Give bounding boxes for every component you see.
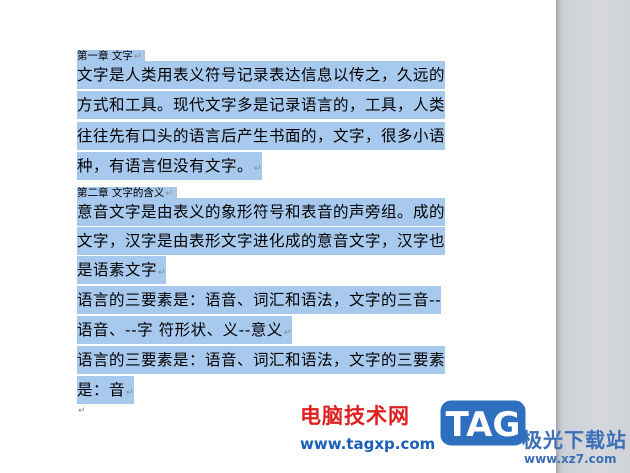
- text-content: 文字，汉字是由表形文字进化成的意音文字，汉字也: [77, 232, 446, 250]
- text-content: 种，有语言但没有文字。: [77, 157, 254, 175]
- paragraph-mark-icon: ↵: [283, 328, 292, 338]
- watermark-brand: 极光下载站: [522, 428, 627, 452]
- workspace-gutter: [558, 0, 630, 473]
- text-content: 是：音: [77, 381, 126, 399]
- text-line[interactable]: 往往先有口头的语言后产生书面的，文字，很多小语: [77, 122, 446, 150]
- watermark-brand-url: www.xz7.com: [524, 452, 617, 466]
- text-line[interactable]: 语言的三要素是：语音、词汇和语法，文字的三音--: [77, 286, 442, 314]
- text-line[interactable]: 种，有语言但没有文字。↵: [77, 152, 263, 180]
- text-content: 文字是人类用表义符号记录表达信息以传之，久远的: [77, 66, 446, 84]
- text-line[interactable]: 方式和工具。现代文字多是记录语言的，工具，人类: [77, 91, 446, 119]
- text-line[interactable]: 文字，汉字是由表形文字进化成的意音文字，汉字也: [77, 227, 446, 255]
- text-line[interactable]: 文字是人类用表义符号记录表达信息以传之，久远的: [77, 61, 446, 89]
- text-content: 意音文字是由表义的象形符号和表音的声旁组。成的: [77, 203, 446, 221]
- empty-paragraph-mark-icon: ↵: [78, 406, 86, 416]
- text-content: 语言的三要素是：语音、词汇和语法，文字的三要素: [77, 351, 446, 369]
- tag-logo-icon: TAG: [437, 397, 529, 449]
- watermark-url: www.tagxp.com: [300, 435, 436, 453]
- text-content: 语言的三要素是：语音、词汇和语法，文字的三音--: [77, 291, 442, 309]
- text-line[interactable]: 语音、--字 符形状、义--意义↵: [77, 316, 292, 344]
- watermark-title: 电脑技术网: [300, 404, 410, 428]
- paragraph-mark-icon: ↵: [254, 164, 263, 174]
- text-line[interactable]: 语言的三要素是：语音、词汇和语法，文字的三要素: [77, 346, 446, 374]
- text-content: 语音、--字 符形状、义--意义: [77, 321, 283, 339]
- text-content: 往往先有口头的语言后产生书面的，文字，很多小语: [77, 127, 446, 145]
- text-content: 方式和工具。现代文字多是记录语言的，工具，人类: [77, 96, 446, 114]
- paragraph-mark-icon: ↵: [126, 388, 135, 398]
- text-content: 是语素文字: [77, 261, 158, 279]
- document-workspace: 第一章 文字↵ 文字是人类用表义符号记录表达信息以传之，久远的 方式和工具。现代…: [0, 0, 630, 473]
- paragraph-mark-icon: ↵: [158, 268, 167, 278]
- text-line[interactable]: 意音文字是由表义的象形符号和表音的声旁组。成的: [77, 198, 446, 226]
- logo-text: TAG: [446, 405, 521, 445]
- text-line[interactable]: 是语素文字↵: [77, 256, 167, 284]
- text-line[interactable]: 是：音↵: [77, 376, 135, 404]
